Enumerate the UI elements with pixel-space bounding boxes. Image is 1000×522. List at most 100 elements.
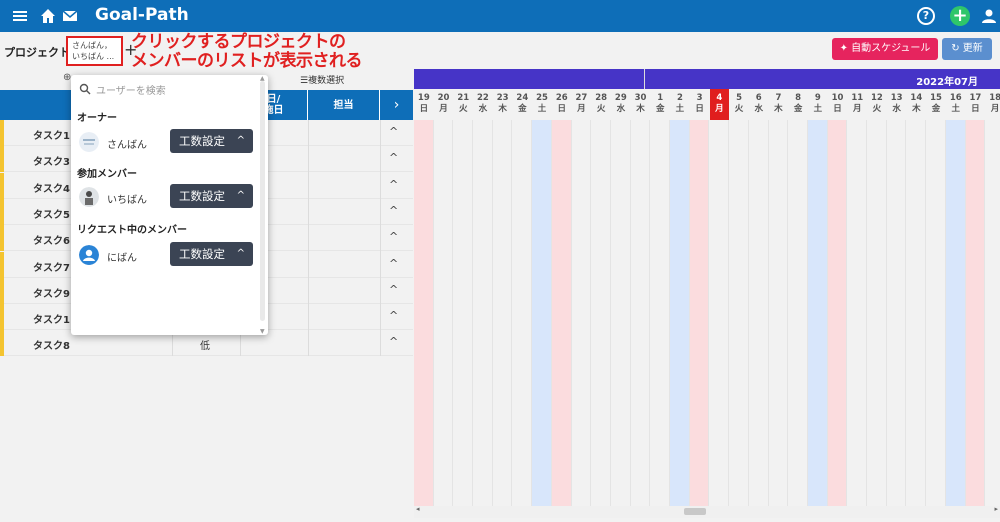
gantt-day-column[interactable] [611, 120, 631, 506]
chevron-up-icon[interactable]: ^ [389, 151, 398, 164]
month-label: 2022年07月 [916, 77, 978, 88]
gantt-day-column[interactable] [867, 120, 887, 506]
annotation-callout: クリックするプロジェクトの メンバーのリストが表示される [131, 33, 363, 71]
task-name[interactable]: タスク4 [33, 180, 70, 195]
app-title[interactable]: Goal-Path [95, 5, 189, 25]
day-weekday: 木 [774, 104, 783, 114]
member-line: さんばん， [72, 41, 112, 50]
sparkle-icon: ✦ [839, 43, 852, 54]
member-name: いちばん [107, 195, 147, 206]
chevron-up-icon[interactable]: ^ [389, 257, 398, 270]
day-number: 7 [775, 93, 782, 103]
scroll-right-arrow[interactable]: ▸ [994, 505, 998, 513]
gantt-grid[interactable] [414, 120, 1000, 506]
task-name[interactable]: タスク1 [33, 127, 70, 142]
task-name[interactable]: タスク7 [33, 259, 70, 274]
chevron-up-icon[interactable]: ^ [389, 309, 398, 322]
day-weekday: 金 [793, 104, 803, 114]
gantt-day-column[interactable] [631, 120, 651, 506]
gantt-day-column[interactable] [473, 120, 493, 506]
gantt-day-column[interactable] [689, 120, 710, 506]
gantt-day-column[interactable] [926, 120, 946, 506]
gantt-day-label: 23 木 [493, 89, 513, 120]
multi-select-toggle[interactable]: ☰複数選択 [300, 73, 344, 86]
day-weekday: 木 [636, 104, 645, 114]
day-number: 29 [614, 93, 627, 103]
gantt-day-column[interactable] [769, 120, 789, 506]
gantt-day-column[interactable] [887, 120, 907, 506]
day-number: 10 [831, 93, 844, 103]
day-weekday: 火 [596, 104, 606, 114]
gantt-day-column[interactable] [572, 120, 592, 506]
chevron-up-icon[interactable]: ^ [389, 204, 398, 217]
gantt-day-column[interactable] [749, 120, 769, 506]
task-name[interactable]: タスク3 [33, 153, 70, 168]
chevron-up-icon[interactable]: ^ [389, 230, 398, 243]
gantt-day-column[interactable] [847, 120, 868, 506]
task-name[interactable]: タスク8 [33, 337, 70, 352]
gantt-day-column[interactable] [453, 120, 474, 506]
horizontal-scrollbar[interactable]: ◂ ▸ [414, 505, 1000, 518]
scroll-left-arrow[interactable]: ◂ [416, 505, 420, 513]
chevron-up-icon: ^ [236, 190, 245, 201]
column-header-assignee[interactable]: 担当 [308, 90, 380, 120]
user-icon[interactable] [980, 7, 998, 25]
workload-settings-button[interactable]: 工数設定 ^ [170, 184, 253, 208]
day-number: 9 [814, 93, 821, 103]
day-number: 30 [634, 93, 647, 103]
gantt-day-column[interactable] [827, 120, 848, 506]
dropdown-scrollbar[interactable]: ▲ ▼ [260, 75, 266, 335]
gantt-day-column[interactable] [729, 120, 749, 506]
day-weekday: 水 [616, 104, 626, 114]
home-icon[interactable] [39, 7, 57, 25]
refresh-button[interactable]: ↻ 更新 [942, 38, 992, 60]
gantt-day-column[interactable] [788, 120, 808, 506]
help-icon[interactable]: ? [917, 7, 935, 25]
scrollbar-thumb[interactable] [684, 508, 706, 515]
day-number: 5 [736, 93, 742, 103]
gantt-day-column[interactable] [513, 120, 533, 506]
workload-settings-button[interactable]: 工数設定 ^ [170, 129, 253, 153]
chevron-up-icon[interactable]: ^ [389, 178, 398, 191]
menu-icon[interactable] [11, 7, 29, 25]
gantt-day-column[interactable] [945, 120, 966, 506]
gantt-day-column[interactable] [965, 120, 986, 506]
add-icon[interactable]: + [950, 6, 970, 26]
scroll-down-arrow[interactable]: ▼ [260, 328, 265, 335]
chevron-up-icon[interactable]: ^ [389, 335, 398, 348]
gantt-day-column[interactable] [985, 120, 1000, 506]
task-name[interactable]: タスク1 [33, 311, 70, 326]
gantt-day-column[interactable] [591, 120, 611, 506]
task-name[interactable]: タスク6 [33, 232, 70, 247]
chevron-up-icon[interactable]: ^ [389, 125, 398, 138]
task-name[interactable]: タスク5 [33, 206, 70, 221]
owner-section-label: オーナー [77, 113, 117, 124]
day-number: 18 [989, 93, 1000, 103]
task-name[interactable]: タスク9 [33, 285, 70, 300]
day-number: 22 [477, 93, 489, 103]
gantt-day-column[interactable] [493, 120, 513, 506]
project-members-button[interactable]: さんばん， いちばん ... [66, 36, 123, 66]
member-search-input[interactable] [96, 82, 246, 100]
auto-schedule-button[interactable]: ✦ 自動スケジュール [832, 38, 938, 60]
gantt-day-column[interactable] [670, 120, 690, 506]
gantt-day-column[interactable] [532, 120, 552, 506]
day-weekday: 月 [715, 104, 724, 114]
workload-settings-button[interactable]: 工数設定 ^ [170, 242, 253, 266]
task-priority: 低 [200, 341, 210, 353]
gantt-day-column[interactable] [808, 120, 828, 506]
dropdown-scrollbar-thumb[interactable] [260, 81, 265, 321]
gantt-day-column[interactable] [414, 120, 434, 506]
gantt-day-column[interactable] [551, 120, 572, 506]
day-number: 23 [496, 93, 509, 103]
gantt-day-column[interactable] [434, 120, 454, 506]
expand-columns-arrow[interactable]: › [380, 90, 413, 120]
list-icon: ☰ [300, 76, 309, 86]
gantt-day-column[interactable] [650, 120, 671, 506]
workload-settings-label: 工数設定 [179, 134, 225, 148]
member-search [77, 82, 247, 100]
gantt-day-column[interactable] [907, 120, 927, 506]
chevron-up-icon[interactable]: ^ [389, 283, 398, 296]
gantt-day-column[interactable] [710, 120, 730, 506]
mail-icon[interactable] [61, 7, 79, 25]
